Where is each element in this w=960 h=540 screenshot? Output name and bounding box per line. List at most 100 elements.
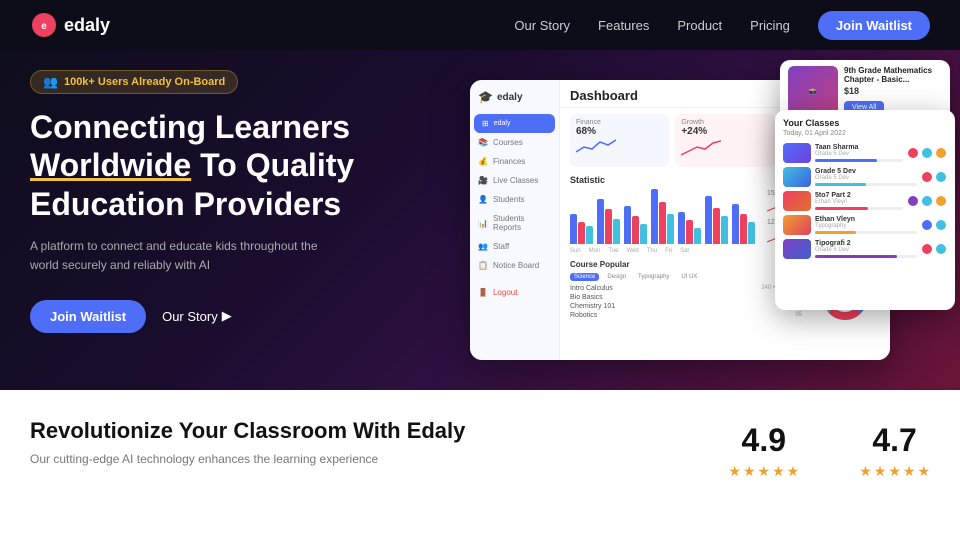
your-classes-card: Your Classes Today, 01 April 2022 Taan S… <box>775 110 955 310</box>
hero-story-button[interactable]: Our Story ▶ <box>162 308 232 324</box>
nav-product[interactable]: Product <box>677 18 722 33</box>
progress-bar-4 <box>815 231 917 234</box>
sidebar-item-courses[interactable]: 📚 Courses <box>470 133 559 152</box>
sidebar-item-dashboard[interactable]: ⊞ edaly <box>474 114 555 133</box>
navbar: e edaly Our Story Features Product Prici… <box>0 0 960 50</box>
popular-tab-typography[interactable]: Typography <box>634 273 673 281</box>
secondary-card-price: $18 <box>844 86 942 96</box>
sidebar-item-logout[interactable]: 🚪 Logout <box>470 283 559 302</box>
chart-label-sat: Sat <box>680 248 689 254</box>
class-thumb-2 <box>783 167 811 187</box>
star-1-2: ★ <box>743 463 756 480</box>
star-1-5: ★ <box>787 463 800 480</box>
class-thumb-3 <box>783 191 811 211</box>
course-row-2: Bio Basics 180 <box>570 294 802 301</box>
secondary-card-title: 9th Grade Mathematics Chapter - Basic... <box>844 66 942 84</box>
secondary-card-info: 9th Grade Mathematics Chapter - Basic...… <box>844 66 942 116</box>
popular-tab-science[interactable]: Science <box>570 273 599 281</box>
rating-block-2: 4.7 ★ ★ ★ ★ ★ <box>859 422 930 480</box>
rating-value-1: 4.9 <box>742 422 786 459</box>
reports-icon: 📊 <box>478 219 488 228</box>
bar-group-3 <box>624 206 647 244</box>
star-2-3: ★ <box>888 463 901 480</box>
bar-group-4 <box>651 189 674 244</box>
rating-block-1: 4.9 ★ ★ ★ ★ ★ <box>728 422 799 480</box>
progress-bar-3 <box>815 207 903 210</box>
hero-actions: Join Waitlist Our Story ▶ <box>30 300 400 333</box>
bottom-right: 4.9 ★ ★ ★ ★ ★ 4.7 ★ ★ ★ ★ ★ <box>728 418 930 480</box>
progress-bar-5 <box>815 255 917 258</box>
chart-label-tue: Tue <box>608 248 618 254</box>
secondary-card-top: 📸 9th Grade Mathematics Chapter - Basic.… <box>788 66 942 116</box>
chart-label-wed: Wed <box>626 248 638 254</box>
popular-tab-uiux[interactable]: UI UX <box>677 273 701 281</box>
chart-label-mon: Mon <box>589 248 601 254</box>
growth-sparkline <box>681 137 721 157</box>
hero-title-line2: Worldwide <box>30 147 191 183</box>
hero-join-button[interactable]: Join Waitlist <box>30 300 146 333</box>
nav-pricing[interactable]: Pricing <box>750 18 790 33</box>
bar-group-1 <box>570 214 593 244</box>
sidebar-item-students[interactable]: 👤 Students <box>470 190 559 209</box>
sidebar-logo: 🎓 edaly <box>470 90 559 114</box>
nav-features[interactable]: Features <box>598 18 649 33</box>
bottom-left: Revolutionize Your Classroom With Edaly … <box>30 418 728 466</box>
popular-tab-design[interactable]: Design <box>603 273 630 281</box>
sidebar-item-reports[interactable]: 📊 Students Reports <box>470 209 559 237</box>
sidebar-logo-text: edaly <box>497 92 523 103</box>
star-1-1: ★ <box>728 463 741 480</box>
bottom-description: Our cutting-edge AI technology enhances … <box>30 452 410 466</box>
bar-group-6 <box>705 196 728 244</box>
course-row-4: Robotics 95 <box>570 312 802 319</box>
class-row-4: Ethan Vleyn Typography <box>783 215 947 235</box>
bar-group-7 <box>732 204 755 244</box>
nav-links: Our Story Features Product Pricing Join … <box>514 11 930 40</box>
star-2-1: ★ <box>859 463 872 480</box>
rating-value-2: 4.7 <box>872 422 916 459</box>
class-thumb-1 <box>783 143 811 163</box>
hero-left: 👥 100k+ Users Already On-Board Connectin… <box>30 70 400 333</box>
popular-title: Course Popular <box>570 260 802 269</box>
nav-our-story[interactable]: Our Story <box>514 18 570 33</box>
star-2-5: ★ <box>917 463 930 480</box>
students-icon: 👤 <box>478 195 488 204</box>
notice-icon: 📋 <box>478 261 488 270</box>
stars-1: ★ ★ ★ ★ ★ <box>728 463 799 480</box>
hero-title: Connecting Learners Worldwide To Quality… <box>30 108 400 223</box>
class-row-2: Grade 5 Dev Grade 5 Dev <box>783 167 947 187</box>
bottom-title: Revolutionize Your Classroom With Edaly <box>30 418 728 444</box>
logo: e edaly <box>30 11 110 39</box>
join-waitlist-button[interactable]: Join Waitlist <box>818 11 930 40</box>
hero-title-line3: To Quality <box>191 147 354 183</box>
progress-bar-2 <box>815 183 917 186</box>
hero-title-line1: Connecting Learners <box>30 109 350 145</box>
class-thumb-4 <box>783 215 811 235</box>
star-1-4: ★ <box>772 463 785 480</box>
logo-text: edaly <box>64 15 110 36</box>
badge-icon: 👥 <box>43 75 58 89</box>
dashboard-sidebar: 🎓 edaly ⊞ edaly 📚 Courses 💰 Finances 🎥 L… <box>470 80 560 360</box>
chart-label-fri: Fri <box>665 248 672 254</box>
class-list: Taan Sharma Grade 5 Dev Grade 5 Dev Grad… <box>783 143 947 259</box>
secondary-card-image: 📸 <box>788 66 838 116</box>
chart-label-sun: Sun <box>570 248 581 254</box>
courses-icon: 📚 <box>478 138 488 147</box>
sidebar-item-notice[interactable]: 📋 Notice Board <box>470 256 559 275</box>
finance-sparkline <box>576 137 616 157</box>
course-row-1: Intro Calculus 240 • Released <box>570 285 802 292</box>
class-row-3: 5to7 Part 2 Ethan Vleyn <box>783 191 947 211</box>
finance-label: Finance <box>576 119 663 126</box>
hero-title-line4: Education Providers <box>30 186 341 222</box>
your-classes-title: Your Classes <box>783 118 947 128</box>
live-icon: 🎥 <box>478 176 488 185</box>
sidebar-item-finances[interactable]: 💰 Finances <box>470 152 559 171</box>
star-2-2: ★ <box>874 463 887 480</box>
sidebar-item-live-classes[interactable]: 🎥 Live Classes <box>470 171 559 190</box>
svg-text:e: e <box>41 21 47 32</box>
sidebar-item-staff[interactable]: 👥 Staff <box>470 237 559 256</box>
chart-label-thu: Thu <box>647 248 657 254</box>
bar-group-5 <box>678 212 701 244</box>
popular-section: Course Popular Science Design Typography… <box>570 260 802 323</box>
badge-text: 100k+ Users Already On-Board <box>64 76 225 88</box>
finance-card-main: Finance 68% <box>570 114 669 167</box>
